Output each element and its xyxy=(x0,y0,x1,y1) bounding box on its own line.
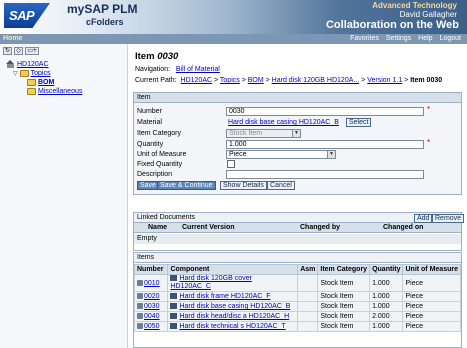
document-icon xyxy=(170,313,178,319)
breadcrumb-current: Item 0030 xyxy=(410,77,443,84)
breadcrumb-version[interactable]: Version 1.1 xyxy=(367,77,402,84)
quantity-field[interactable]: 1.000 xyxy=(226,140,424,149)
document-icon xyxy=(170,293,178,299)
refresh-icon[interactable]: ↻ xyxy=(3,47,12,55)
table-row[interactable]: 0050 Hard disk technical s HD120AC_T Sto… xyxy=(133,321,461,332)
col-name[interactable]: Name xyxy=(148,224,167,231)
tagline: Collaboration on the Web xyxy=(325,19,459,31)
items-header: Items xyxy=(134,253,461,263)
table-row[interactable]: 0030 Hard disk base casing HD120AC_B Sto… xyxy=(133,301,461,312)
col-quantity[interactable]: Quantity xyxy=(369,264,404,275)
help-link[interactable]: Help xyxy=(418,35,432,42)
breadcrumb-harddisk[interactable]: Hard disk 120GB HD120A... xyxy=(272,77,360,84)
cancel-button[interactable]: Cancel xyxy=(267,181,295,190)
items-table: Number Component Asm Item Category Quant… xyxy=(133,264,461,332)
save-button[interactable]: Save xyxy=(137,181,159,190)
breadcrumb-bom[interactable]: BOM xyxy=(248,77,264,84)
top-navbar: Home Favorites Settings Help Logout xyxy=(0,34,467,44)
table-row[interactable]: 0020 Hard disk frame HD120AC_F Stock Ite… xyxy=(133,291,461,302)
item-icon xyxy=(137,323,143,329)
chevron-down-icon: ▼ xyxy=(292,130,300,137)
sap-logo: SAP xyxy=(4,3,50,28)
item-category-label: Item Category xyxy=(137,130,181,137)
expand-icon[interactable]: ▽ xyxy=(13,70,18,77)
collapse-icon[interactable]: ◇ xyxy=(14,47,23,55)
document-icon xyxy=(170,303,178,309)
empty-message: Empty xyxy=(134,234,461,244)
item-icon xyxy=(137,293,143,299)
product-name: mySAP PLM xyxy=(67,2,138,16)
fixed-quantity-checkbox[interactable] xyxy=(227,160,235,168)
tree-toolbar: ↻ ◇ ▭+ xyxy=(3,47,39,55)
col-unit-of-measure[interactable]: Unit of Measure xyxy=(402,264,461,275)
item-icon xyxy=(137,279,143,286)
col-item-category[interactable]: Item Category xyxy=(317,264,371,275)
document-icon xyxy=(170,323,178,329)
number-field[interactable]: 0030 xyxy=(226,107,424,116)
fixed-quantity-label: Fixed Quantity xyxy=(137,161,183,168)
add-document-button[interactable]: Add xyxy=(414,214,433,223)
item-section-header: Item xyxy=(134,93,461,103)
quantity-label: Quantity xyxy=(137,141,164,148)
col-current-version[interactable]: Current Version xyxy=(182,224,235,231)
description-label: Description xyxy=(137,171,173,178)
bill-of-material-link[interactable]: Bill of Material xyxy=(176,66,220,73)
tree-item-bom[interactable]: BOM xyxy=(27,79,54,86)
tree-item-misc[interactable]: Miscellaneous xyxy=(27,88,82,95)
table-row[interactable]: 0040 Hard disk head/disc a HD120AC_H Sto… xyxy=(133,311,461,322)
document-icon xyxy=(170,275,178,281)
chevron-down-icon: ▼ xyxy=(327,151,335,158)
tree-item-root[interactable]: HD120AC xyxy=(6,60,49,68)
item-icon xyxy=(137,303,143,309)
item-category-select[interactable]: Stock Item ▼ xyxy=(226,129,301,138)
show-details-button[interactable]: Show Details xyxy=(220,181,267,190)
number-label: Number xyxy=(137,108,162,115)
open-folder-icon xyxy=(27,79,36,86)
tree-item-topics[interactable]: ▽ Topics xyxy=(13,70,50,77)
select-button[interactable]: Select xyxy=(346,118,372,127)
breadcrumb-root[interactable]: HD120AC xyxy=(181,77,213,84)
items-panel: Items Number Component Asm Item Category… xyxy=(133,252,462,348)
col-asm[interactable]: Asm xyxy=(297,264,319,275)
material-label: Material xyxy=(137,119,162,126)
navigation-line: Navigation: Bill of Material xyxy=(135,66,220,73)
uom-label: Unit of Measure xyxy=(137,151,187,158)
folder-icon xyxy=(27,88,36,95)
save-continue-button[interactable]: Save & Continue xyxy=(157,181,216,190)
item-icon xyxy=(137,313,143,319)
col-component[interactable]: Component xyxy=(167,264,299,275)
col-changed-by[interactable]: Changed by xyxy=(300,224,340,231)
home-link[interactable]: Home xyxy=(3,35,22,42)
app-header: SAP mySAP PLM cFolders Advanced Technolo… xyxy=(0,0,467,34)
col-changed-on[interactable]: Changed on xyxy=(383,224,423,231)
company-name: Advanced Technology xyxy=(372,1,457,10)
breadcrumb-topics[interactable]: Topics xyxy=(220,77,240,84)
user-name: David Gallagher xyxy=(399,10,457,19)
page-title: Item 0030 xyxy=(135,51,179,62)
table-row[interactable]: 0010 Hard disk 120GB cover HD120AC_C Stoc… xyxy=(133,274,461,292)
top-links: Favorites Settings Help Logout xyxy=(350,35,461,42)
documents-table-header: Name Current Version Changed by Changed … xyxy=(134,223,461,233)
settings-link[interactable]: Settings xyxy=(386,35,411,42)
folder-icon xyxy=(19,70,29,77)
linked-documents-panel: Linked Documents Add Remove Name Current… xyxy=(133,212,465,251)
description-field[interactable] xyxy=(226,170,424,179)
uom-select[interactable]: Piece ▼ xyxy=(226,150,336,159)
home-icon xyxy=(6,60,15,68)
col-number[interactable]: Number xyxy=(133,264,169,275)
product-subname: cFolders xyxy=(86,17,124,27)
favorites-link[interactable]: Favorites xyxy=(350,35,379,42)
linked-documents-header: Linked Documents xyxy=(134,213,461,223)
item-form-panel: Item Number 0030 * Material Hard disk ba… xyxy=(133,92,462,195)
tree-panel: ↻ ◇ ▭+ HD120AC ▽ Topics BOM Miscellaneou… xyxy=(0,44,128,348)
breadcrumb: Current Path: HD120AC > Topics > BOM > H… xyxy=(135,77,443,84)
new-folder-icon[interactable]: ▭+ xyxy=(25,47,39,55)
material-link[interactable]: Hard disk base casing HD120AC_B xyxy=(228,119,339,126)
logout-link[interactable]: Logout xyxy=(440,35,461,42)
required-marker: * xyxy=(427,138,431,147)
remove-document-button[interactable]: Remove xyxy=(432,214,465,223)
required-marker: * xyxy=(427,105,431,114)
